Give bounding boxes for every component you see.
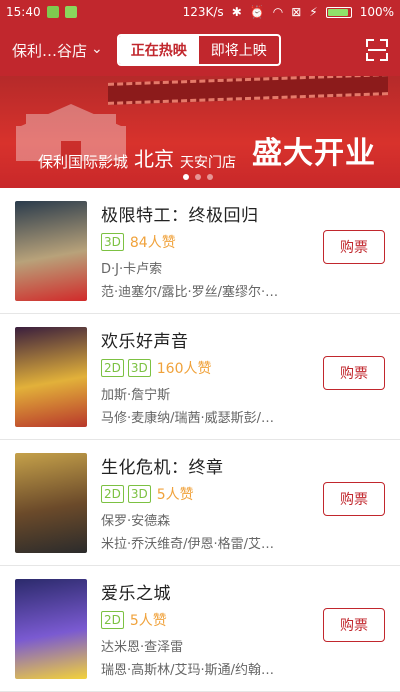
format-badge: 3D [127,485,151,503]
clock-time: 15:40 [6,5,41,19]
film-strip-graphic [108,76,388,105]
format-badge: 3D [127,359,151,377]
format-badge: 2D [101,611,124,629]
format-badge: 3D [101,233,124,251]
wifi-icon: ◠ [272,5,284,19]
tab-now-showing[interactable]: 正在热映 [118,36,199,64]
movie-director: D·J·卡卢索 [101,262,163,277]
network-speed: 123K/s [182,5,224,19]
movie-title: 欢乐好声音 [101,332,189,352]
app-notification-icon [46,6,59,18]
top-header: 保利…谷店 ⌄ 正在热映 即将上映 [0,24,400,76]
likes-count: 5人赞 [156,487,194,503]
banner-text-store: 天安门店 [180,155,237,171]
chevron-down-icon: ⌄ [91,41,103,57]
movie-title: 生化危机：终章 [101,458,224,478]
bluetooth-icon: ✱ [231,5,242,19]
movie-list: 极限特工：终极回归 3D 84人赞 D·J·卡卢索 范·迪塞尔/露比·罗丝/塞缪… [0,188,400,692]
banner-text-brand: 保利国际影城 [38,153,129,171]
banner-text-city: 北京 [134,147,175,171]
scan-icon[interactable] [366,39,388,61]
buy-ticket-button[interactable]: 购票 [323,356,385,390]
charging-icon: ⚡ [309,5,318,19]
movie-poster[interactable] [15,578,87,679]
movie-cast: 瑞恩·高斯林/艾玛·斯通/约翰… [101,663,275,678]
cinema-selector[interactable]: 保利…谷店 ⌄ [12,40,103,61]
alarm-off-icon: ⏰ [249,5,265,19]
android-icon [64,6,77,18]
movie-item[interactable]: 生化危机：终章 2D 3D 5人赞 保罗·安德森 米拉·乔沃维奇/伊恩·格雷/艾… [0,440,400,566]
movie-director: 达米恩·查泽雷 [101,640,184,655]
movie-director: 保罗·安德森 [101,514,171,529]
likes-count: 160人赞 [156,361,212,377]
movie-item[interactable]: 爱乐之城 2D 5人赞 达米恩·查泽雷 瑞恩·高斯林/艾玛·斯通/约翰… 购票 [0,566,400,692]
banner-pagination [183,174,213,180]
battery-icon [325,6,352,18]
movie-title: 爱乐之城 [101,584,171,604]
battery-percent: 100% [359,5,394,19]
buy-ticket-button[interactable]: 购票 [323,608,385,642]
promo-banner[interactable]: 保利国际影城 北京 天安门店 盛大开业 [0,76,400,188]
banner-text-opening: 盛大开业 [252,136,377,171]
movie-poster[interactable] [15,200,87,301]
movie-tabs: 正在热映 即将上映 [116,34,281,66]
tab-coming-soon[interactable]: 即将上映 [199,36,279,64]
likes-count: 84人赞 [129,235,176,251]
movie-director: 加斯·詹宁斯 [101,388,171,403]
banner-dot[interactable] [195,174,201,180]
format-badge: 2D [101,485,124,503]
movie-cast: 米拉·乔沃维奇/伊恩·格雷/艾… [101,537,275,552]
buy-ticket-button[interactable]: 购票 [323,230,385,264]
movie-cast: 范·迪塞尔/露比·罗丝/塞缪尔·… [101,285,279,300]
movie-poster[interactable] [15,452,87,553]
movie-item[interactable]: 欢乐好声音 2D 3D 160人赞 加斯·詹宁斯 马修·麦康纳/瑞茜·威瑟斯彭/… [0,314,400,440]
banner-dot[interactable] [183,174,189,180]
banner-dot[interactable] [207,174,213,180]
banner-headline: 保利国际影城 北京 天安门店 盛大开业 [38,128,376,172]
status-bar: 15:40 123K/s ✱ ⏰ ◠ ⊠ ⚡ 100% [0,0,400,24]
movie-poster[interactable] [15,326,87,427]
format-badge: 2D [101,359,124,377]
movie-cast: 马修·麦康纳/瑞茜·威瑟斯彭/… [101,411,275,426]
movie-item[interactable]: 极限特工：终极回归 3D 84人赞 D·J·卡卢索 范·迪塞尔/露比·罗丝/塞缪… [0,188,400,314]
cinema-name: 保利…谷店 [12,41,88,60]
sim-off-icon: ⊠ [291,5,302,19]
movie-title: 极限特工：终极回归 [101,206,259,226]
likes-count: 5人赞 [129,613,167,629]
buy-ticket-button[interactable]: 购票 [323,482,385,516]
